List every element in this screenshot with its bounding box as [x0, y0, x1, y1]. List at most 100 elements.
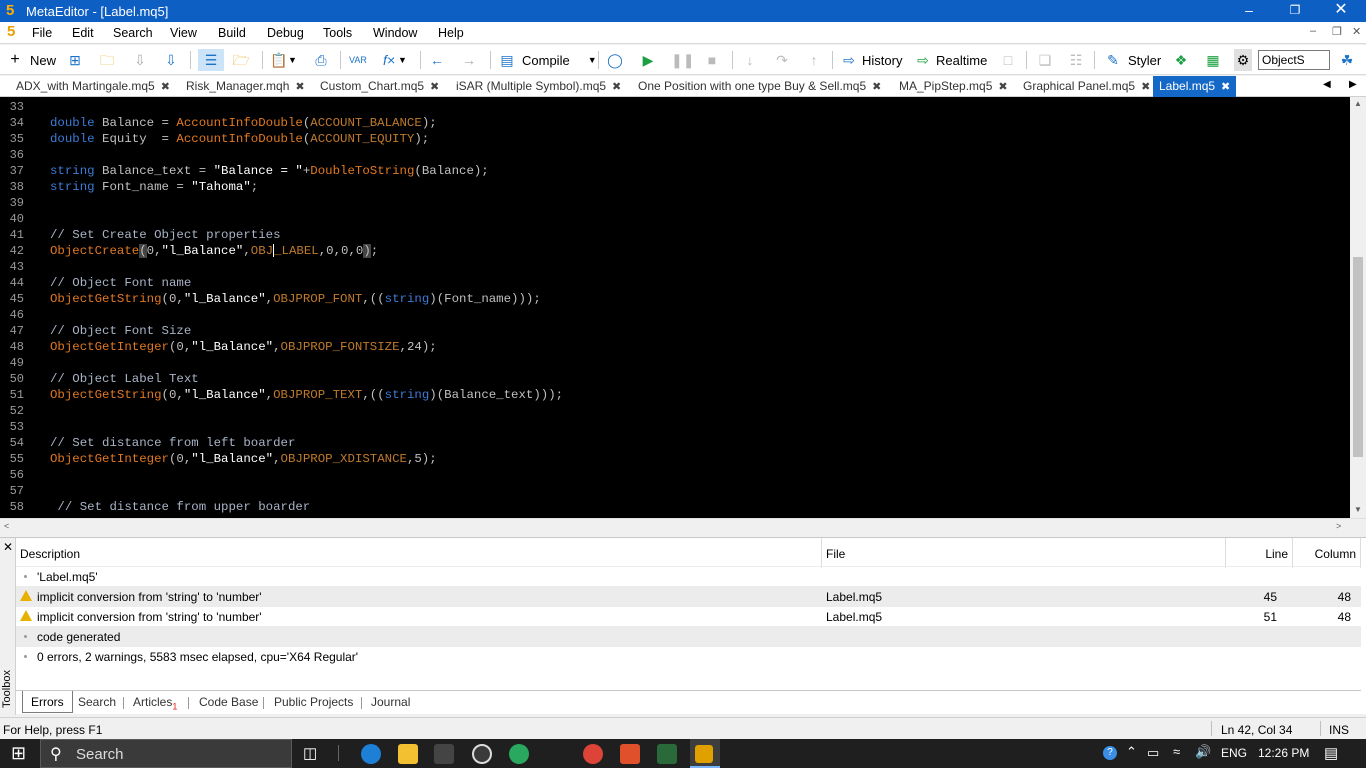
code-comment[interactable]: // Set distance from left boarder — [50, 436, 295, 450]
insert-variable-icon[interactable]: VAR — [349, 49, 367, 71]
close-icon[interactable]: ✕ — [3, 540, 13, 554]
insert-function-icon[interactable]: f× ▼ — [380, 49, 407, 71]
history-button[interactable]: ⇨ History — [840, 49, 902, 71]
code-comment[interactable]: // Set Create Object properties — [50, 228, 281, 242]
menu-build[interactable]: Build — [218, 26, 246, 40]
settings-sliders-icon[interactable]: ⚙ — [1234, 49, 1252, 71]
doc-minimize-button[interactable]: – — [1310, 25, 1316, 37]
new-button[interactable]: + New — [6, 49, 56, 71]
toolbox-toggle-icon[interactable]: 🗁 — [232, 49, 250, 71]
menu-tools[interactable]: Tools — [323, 26, 352, 40]
file-explorer-icon[interactable] — [398, 744, 418, 764]
edge-icon[interactable] — [361, 744, 381, 764]
realtime-button[interactable]: ⇨ Realtime — [914, 49, 987, 71]
column-header-line[interactable]: Line — [1226, 538, 1293, 568]
code-line-current[interactable]: ObjectCreate(0,"l_Balance",OBJ_LABEL,0,0… — [50, 244, 378, 258]
stop-realtime-icon[interactable]: □ — [999, 49, 1017, 71]
menu-file[interactable]: File — [32, 26, 52, 40]
menu-window[interactable]: Window — [373, 26, 417, 40]
code-line[interactable]: ObjectGetInteger(0,"l_Balance",OBJPROP_F… — [50, 340, 437, 354]
copy-icon[interactable]: ❏ — [1036, 49, 1054, 71]
close-icon[interactable]: ✖ — [1141, 81, 1150, 93]
debug-history-icon[interactable]: ◯ — [606, 49, 624, 71]
tab-risk-manager[interactable]: Risk_Manager.mqh ✖ — [186, 76, 305, 97]
menu-search[interactable]: Search — [113, 26, 153, 40]
warning-row[interactable]: implicit conversion from 'string' to 'nu… — [16, 606, 1361, 626]
doc-close-button[interactable]: ✕ — [1352, 25, 1361, 38]
save-all-icon[interactable]: ⇩ — [162, 49, 180, 71]
column-header-file[interactable]: File — [822, 538, 1226, 568]
pause-icon[interactable]: ❚❚ — [671, 49, 694, 71]
step-out-icon[interactable]: ↑ — [805, 49, 823, 71]
code-line[interactable]: double Equity = AccountInfoDouble(ACCOUN… — [50, 132, 429, 146]
mql5-community-icon[interactable]: ☘ — [1338, 49, 1356, 71]
task-view-icon[interactable]: ◫ — [303, 744, 317, 762]
security-icon[interactable] — [472, 744, 492, 764]
minimize-button[interactable]: – — [1226, 0, 1272, 22]
close-icon[interactable]: ✖ — [430, 81, 439, 93]
menu-help[interactable]: Help — [438, 26, 464, 40]
tab-scroll-left-icon[interactable]: ◀ — [1323, 79, 1331, 90]
scroll-left-icon[interactable]: < — [4, 521, 9, 531]
app-menu-icon[interactable]: 5 — [7, 23, 15, 40]
tab-graphical-panel[interactable]: Graphical Panel.mq5 ✖ — [1023, 76, 1150, 97]
navigator-toggle-icon[interactable]: ☰ — [198, 49, 224, 71]
vertical-scrollbar[interactable]: ▲ ▼ — [1350, 97, 1366, 518]
chrome-icon[interactable] — [583, 744, 603, 764]
start-debug-icon[interactable]: ▶ — [639, 49, 657, 71]
chevron-down-icon[interactable]: ▼ — [588, 55, 597, 65]
chevron-up-icon[interactable]: ⌃ — [1126, 744, 1137, 760]
stop-icon[interactable]: ■ — [703, 49, 721, 71]
code-comment[interactable]: // Object Label Text — [50, 372, 199, 386]
back-arrow-icon[interactable]: ← — [428, 49, 446, 71]
tab-errors[interactable]: Errors — [22, 691, 73, 713]
object-search-input[interactable]: ObjectS — [1258, 50, 1330, 70]
windows-start-icon[interactable]: ⊞ — [11, 743, 26, 764]
scroll-up-icon[interactable]: ▲ — [1354, 99, 1362, 108]
tab-custom-chart[interactable]: Custom_Chart.mq5 ✖ — [320, 76, 439, 97]
menu-debug[interactable]: Debug — [267, 26, 304, 40]
wifi-icon[interactable]: ≈ — [1173, 744, 1180, 759]
message-row[interactable]: 'Label.mq5' — [16, 566, 1361, 586]
compare-icon[interactable]: ☷ — [1067, 49, 1085, 71]
step-over-icon[interactable]: ↷ — [773, 49, 791, 71]
help-tray-icon[interactable]: ? — [1103, 746, 1117, 760]
horizontal-scrollbar[interactable]: < > — [0, 518, 1366, 535]
compile-button[interactable]: ▤ Compile ▼ — [498, 49, 597, 71]
tab-journal[interactable]: Journal — [371, 695, 410, 709]
close-icon[interactable]: ✖ — [295, 81, 304, 93]
code-line[interactable]: ObjectGetInteger(0,"l_Balance",OBJPROP_X… — [50, 452, 437, 466]
close-button[interactable]: ✕ — [1318, 0, 1364, 22]
restore-button[interactable]: ❐ — [1272, 0, 1318, 22]
tab-one-position[interactable]: One Position with one type Buy & Sell.mq… — [638, 76, 881, 97]
tab-code-base[interactable]: Code Base — [199, 695, 258, 709]
save-icon[interactable]: ⇩ — [131, 49, 149, 71]
message-row[interactable]: 0 errors, 2 warnings, 5583 msec elapsed,… — [16, 646, 1361, 666]
code-line[interactable]: ObjectGetString(0,"l_Balance",OBJPROP_TE… — [50, 388, 563, 402]
scrollbar-thumb[interactable] — [1353, 257, 1363, 457]
tab-isar-multiple-symbol[interactable]: iSAR (Multiple Symbol).mq5 ✖ — [456, 76, 621, 97]
code-comment[interactable]: // Object Font Size — [50, 324, 191, 338]
step-into-icon[interactable]: ↓ — [741, 49, 759, 71]
open-folder-icon[interactable]: 🗀 — [98, 49, 116, 71]
column-header-description[interactable]: Description — [16, 538, 822, 568]
code-line[interactable]: ObjectGetString(0,"l_Balance",OBJPROP_FO… — [50, 292, 541, 306]
code-line[interactable]: double Balance = AccountInfoDouble(ACCOU… — [50, 116, 437, 130]
scroll-right-icon[interactable]: > — [1336, 521, 1341, 531]
tab-label-mq5[interactable]: Label.mq5 ✖ — [1153, 76, 1237, 97]
styler-button[interactable]: ✎ Styler — [1104, 49, 1161, 71]
paste-icon[interactable]: 📋 ▼ — [270, 49, 297, 71]
app-icon[interactable] — [509, 744, 529, 764]
volume-icon[interactable]: 🔊 — [1195, 744, 1211, 760]
notifications-icon[interactable]: ▤ — [1324, 744, 1338, 762]
mql5-storage-icon[interactable]: ❖ — [1172, 49, 1190, 71]
tab-adx-with-martingale[interactable]: ADX_with Martingale.mq5 ✖ — [16, 76, 170, 97]
metatrader-icon[interactable] — [657, 744, 677, 764]
doc-restore-button[interactable]: ❐ — [1332, 25, 1342, 38]
close-icon[interactable]: ✖ — [612, 81, 621, 93]
tab-articles[interactable]: Articles1 — [133, 695, 177, 711]
close-icon[interactable]: ✖ — [161, 81, 170, 93]
message-row[interactable]: code generated — [16, 626, 1361, 646]
menu-edit[interactable]: Edit — [72, 26, 94, 40]
print-icon[interactable]: ⎙ — [312, 49, 330, 71]
